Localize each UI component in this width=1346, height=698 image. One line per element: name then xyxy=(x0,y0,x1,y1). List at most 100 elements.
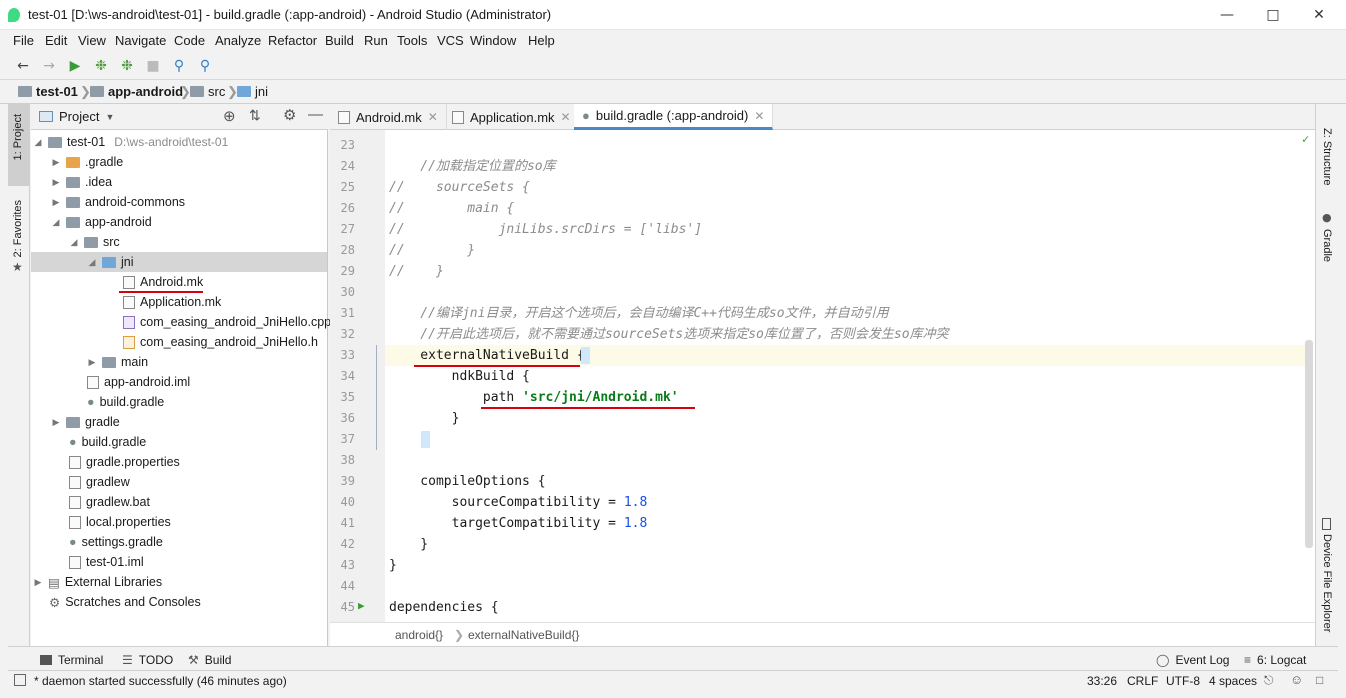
lock-icon[interactable]: ⎋ xyxy=(1264,673,1274,688)
tree-item-gradle-properties[interactable]: gradle.properties xyxy=(69,452,180,472)
tree-item-idea[interactable]: ▶ .idea xyxy=(51,172,113,192)
todo-button[interactable]: ☰ TODO xyxy=(122,653,173,667)
tree-item-settings-gradle[interactable]: ● settings.gradle xyxy=(69,532,163,552)
tab-device-file-explorer[interactable]: Device File Explorer xyxy=(1316,516,1338,636)
expand-arrow-icon[interactable]: ◢ xyxy=(87,257,97,268)
menu-view[interactable]: View xyxy=(78,33,106,48)
run-icon[interactable]: ▶ xyxy=(66,57,84,75)
menu-analyze[interactable]: Analyze xyxy=(215,33,261,48)
hide-panel-icon[interactable]: — xyxy=(308,106,323,123)
run-gutter-icon[interactable]: ▶ xyxy=(358,599,365,612)
tree-item-android-mk[interactable]: Android.mk xyxy=(123,272,203,292)
attach-debugger-icon[interactable]: ❉ xyxy=(118,57,136,75)
expand-arrow-icon[interactable]: ◢ xyxy=(69,237,79,248)
tab-structure[interactable]: Z: Structure xyxy=(1316,124,1338,194)
gear-icon[interactable]: ⚙ xyxy=(283,106,296,124)
inspector-icon[interactable]: ☺ xyxy=(1290,672,1303,687)
expand-arrow-icon[interactable]: ▶ xyxy=(51,417,61,428)
close-tab-icon[interactable]: ✕ xyxy=(428,110,438,124)
status-message[interactable]: * daemon started successfully (46 minute… xyxy=(34,674,287,688)
tree-item-gradlew[interactable]: gradlew xyxy=(69,472,130,492)
tree-item-application-mk[interactable]: Application.mk xyxy=(123,292,221,312)
breadcrumb-item-jni[interactable]: jni xyxy=(237,84,268,99)
tree-item-gradle[interactable]: ▶ gradle xyxy=(51,412,120,432)
breadcrumb-external-native-build[interactable]: externalNativeBuild{} xyxy=(468,628,579,642)
tree-item-android-commons[interactable]: ▶ android-commons xyxy=(51,192,186,212)
menu-code[interactable]: Code xyxy=(174,33,205,48)
caret-position[interactable]: 33:26 xyxy=(1087,674,1117,688)
event-log-button[interactable]: ◯ Event Log xyxy=(1156,653,1229,667)
indent-setting[interactable]: 4 spaces xyxy=(1209,674,1257,688)
breadcrumb-item-test-01[interactable]: test-01 xyxy=(18,84,78,99)
tab-application-mk[interactable]: Application.mk ✕ xyxy=(444,104,580,130)
close-icon[interactable]: ✕ xyxy=(1296,0,1342,30)
logcat-button[interactable]: ≡ 6: Logcat xyxy=(1244,653,1306,667)
tree-item-jnihello-h[interactable]: com_easing_android_JniHello.h xyxy=(123,332,318,352)
tab-build-gradle[interactable]: ● build.gradle (:app-android) ✕ xyxy=(574,104,774,130)
breadcrumb-android[interactable]: android{} xyxy=(395,628,443,642)
tree-item-gradlew-bat[interactable]: gradlew.bat xyxy=(69,492,150,512)
project-view-dropdown[interactable]: Project ▼ xyxy=(59,109,114,124)
expand-arrow-icon[interactable]: ▶ xyxy=(33,577,43,588)
tree-item-jni[interactable]: ◢ jni xyxy=(31,252,327,272)
minimize-icon[interactable]: — xyxy=(1204,0,1250,30)
menu-edit[interactable]: Edit xyxy=(45,33,67,48)
tree-item-gradle-dir[interactable]: ▶ .gradle xyxy=(51,152,124,172)
collapse-all-icon[interactable]: ⇅ xyxy=(249,107,261,124)
search-icon[interactable]: ⚲ xyxy=(170,57,188,75)
tree-item-test-01[interactable]: ◢ test-01 D:\ws-android\test-01 xyxy=(33,132,229,152)
expand-arrow-icon[interactable]: ▶ xyxy=(51,197,61,208)
menu-build[interactable]: Build xyxy=(325,33,354,48)
terminal-button[interactable]: Terminal xyxy=(40,653,103,667)
menu-run[interactable]: Run xyxy=(364,33,388,48)
maximize-icon[interactable]: □ xyxy=(1250,0,1296,30)
tree-item-test-01-iml[interactable]: test-01.iml xyxy=(69,552,144,572)
menu-tools[interactable]: Tools xyxy=(397,33,427,48)
expand-arrow-icon[interactable]: ▶ xyxy=(51,157,61,168)
notification-icon[interactable]: □ xyxy=(1316,673,1323,687)
toggle-tool-windows-icon[interactable] xyxy=(14,674,26,686)
stop-icon[interactable]: ■ xyxy=(144,57,162,75)
android-studio-logo-icon xyxy=(8,8,20,22)
tree-item-scratches[interactable]: ⚙ Scratches and Consoles xyxy=(49,592,201,612)
line-separator[interactable]: CRLF xyxy=(1127,674,1158,688)
code-editor[interactable]: //加载指定位置的so库 // sourceSets { // main { /… xyxy=(385,130,1315,622)
breadcrumb-item-src[interactable]: src xyxy=(190,84,225,99)
menu-window[interactable]: Window xyxy=(470,33,516,48)
tab-gradle[interactable]: ● Gradle xyxy=(1316,209,1338,269)
tree-item-app-android-iml[interactable]: app-android.iml xyxy=(87,372,190,392)
tab-project[interactable]: 1: Project xyxy=(8,104,29,186)
forward-icon[interactable]: → xyxy=(40,57,58,75)
tab-android-mk[interactable]: Android.mk ✕ xyxy=(330,104,447,130)
find-icon[interactable]: ⚲ xyxy=(196,57,214,75)
locate-icon[interactable]: ⊕ xyxy=(223,107,236,125)
menu-refactor[interactable]: Refactor xyxy=(268,33,317,48)
debug-icon[interactable]: ❉ xyxy=(92,57,110,75)
tree-item-app-android[interactable]: ◢ app-android xyxy=(51,212,152,232)
tree-item-build-gradle[interactable]: ● build.gradle xyxy=(69,432,146,452)
expand-arrow-icon[interactable]: ◢ xyxy=(33,137,43,148)
expand-arrow-icon[interactable]: ▶ xyxy=(87,357,97,368)
tree-item-main[interactable]: ▶ main xyxy=(87,352,149,372)
expand-arrow-icon[interactable]: ◢ xyxy=(51,217,61,228)
code-line: // sourceSets { xyxy=(389,180,530,195)
close-tab-icon[interactable]: ✕ xyxy=(561,110,571,124)
menu-navigate[interactable]: Navigate xyxy=(115,33,166,48)
menu-file[interactable]: File xyxy=(13,33,34,48)
menu-help[interactable]: Help xyxy=(528,33,555,48)
tree-item-jnihello-cpp[interactable]: com_easing_android_JniHello.cpp xyxy=(123,312,331,332)
back-icon[interactable]: ← xyxy=(14,57,32,75)
tree-item-app-build-gradle[interactable]: ● build.gradle xyxy=(87,392,164,412)
tab-favorites[interactable]: 2: Favorites ★ xyxy=(8,196,29,276)
expand-arrow-icon[interactable]: ▶ xyxy=(51,177,61,188)
breadcrumb-item-app-android[interactable]: app-android xyxy=(90,84,183,99)
build-button[interactable]: ⚒ Build xyxy=(188,653,231,667)
editor-scrollbar[interactable] xyxy=(1305,340,1313,548)
line-number: 42 xyxy=(340,537,355,551)
file-encoding[interactable]: UTF-8 xyxy=(1166,674,1200,688)
menu-vcs[interactable]: VCS xyxy=(437,33,464,48)
tree-item-external-libraries[interactable]: ▶ ▤ External Libraries xyxy=(33,572,163,592)
tree-item-local-properties[interactable]: local.properties xyxy=(69,512,171,532)
close-tab-icon[interactable]: ✕ xyxy=(754,109,764,123)
tree-item-src[interactable]: ◢ src xyxy=(69,232,120,252)
